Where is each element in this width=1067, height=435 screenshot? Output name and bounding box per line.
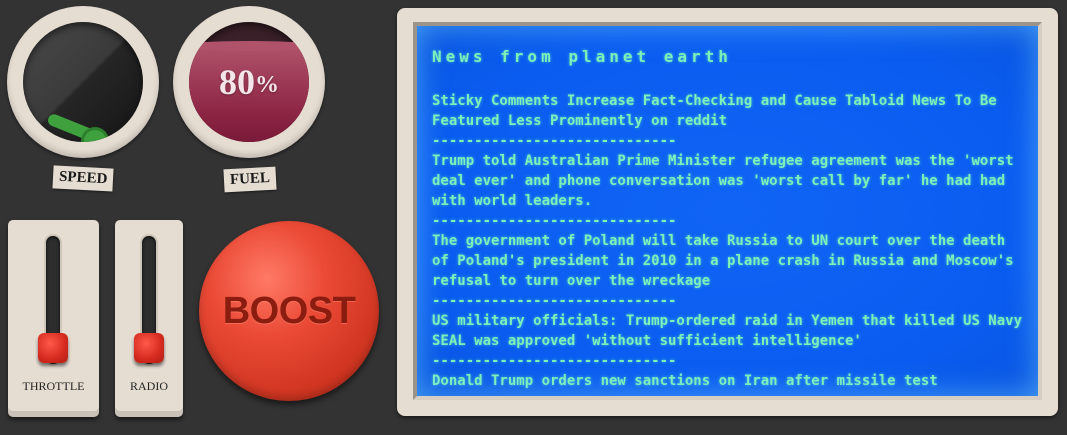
speed-label: SPEED bbox=[52, 165, 114, 192]
radio-label: RADIO bbox=[130, 379, 168, 393]
speed-needle-pivot bbox=[84, 130, 106, 142]
boost-button[interactable]: BOOST bbox=[199, 221, 379, 401]
speed-gauge bbox=[7, 6, 159, 158]
fuel-value: 80 bbox=[219, 62, 255, 102]
news-item[interactable]: Donald Trump orders new sanctions on Ira… bbox=[432, 371, 1024, 391]
boost-label: BOOST bbox=[222, 289, 356, 332]
news-item[interactable]: The government of Poland will take Russi… bbox=[432, 231, 1024, 291]
news-monitor: News from planet earth Sticky Comments I… bbox=[397, 8, 1058, 416]
radio-slider-knob[interactable] bbox=[134, 333, 164, 363]
fuel-gauge-face: 80% bbox=[189, 22, 309, 142]
fuel-readout: 80% bbox=[189, 22, 309, 142]
speed-gauge-face bbox=[23, 22, 143, 142]
news-item[interactable]: Trump told Australian Prime Minister ref… bbox=[432, 151, 1024, 211]
news-title: News from planet earth bbox=[432, 47, 732, 66]
fuel-label: FUEL bbox=[223, 166, 277, 193]
news-item[interactable]: US military officials: Trump-ordered rai… bbox=[432, 311, 1024, 351]
news-separator: ----------------------------- bbox=[432, 133, 677, 149]
news-feed: News from planet earth Sticky Comments I… bbox=[432, 47, 1024, 396]
throttle-label: THROTTLE bbox=[22, 379, 85, 393]
news-separator: ----------------------------- bbox=[432, 213, 677, 229]
fuel-gauge: 80% bbox=[173, 6, 325, 158]
throttle-slider-knob[interactable] bbox=[38, 333, 68, 363]
news-list: Sticky Comments Increase Fact-Checking a… bbox=[432, 91, 1024, 396]
news-item[interactable]: Sticky Comments Increase Fact-Checking a… bbox=[432, 91, 1024, 131]
news-separator: ----------------------------- bbox=[432, 353, 677, 369]
radio-panel: RADIO bbox=[115, 220, 183, 417]
news-separator: ----------------------------- bbox=[432, 391, 1024, 396]
throttle-panel: THROTTLE bbox=[8, 220, 99, 417]
fuel-unit: % bbox=[255, 71, 279, 98]
news-separator: ----------------------------- bbox=[432, 293, 677, 309]
news-screen[interactable]: News from planet earth Sticky Comments I… bbox=[413, 22, 1042, 400]
